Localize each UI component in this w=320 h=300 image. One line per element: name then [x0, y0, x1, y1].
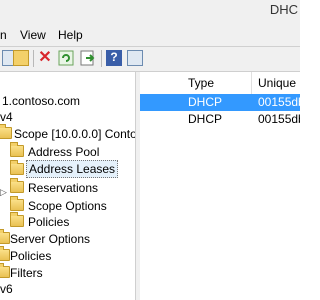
tree-item-label: 1.contoso.com [2, 94, 81, 108]
tree-item-label: Address Leases [26, 160, 119, 178]
folder-icon [10, 178, 24, 193]
folder-icon [10, 142, 24, 157]
title-bar: DHC [0, 0, 300, 26]
results-list: Type Unique I DHCP 00155db DHCP 00155db7 [140, 72, 300, 300]
refresh-icon[interactable] [58, 50, 74, 66]
console-tree: 1.contoso.com v4 Scope [10.0.0.0] Contos… [0, 72, 136, 300]
export-list-icon[interactable] [80, 50, 96, 66]
show-action-pane-icon[interactable] [127, 50, 143, 66]
scope-folder-icon [0, 124, 12, 139]
table-row[interactable]: DHCP 00155db [140, 94, 300, 111]
folder-icon [10, 196, 24, 211]
folder-icon [10, 212, 24, 227]
cell-unique-id: 00155db [258, 95, 300, 109]
help-icon[interactable]: ? [106, 50, 122, 66]
tree-item-label: Filters [10, 266, 43, 280]
menu-view[interactable]: View [20, 28, 46, 42]
menu-bar: n View Help [0, 26, 300, 47]
cell-unique-id: 00155db7 [258, 112, 300, 126]
tree-item-label: Address Pool [28, 145, 100, 159]
delete-icon[interactable]: ✕ [37, 50, 53, 66]
menu-action[interactable]: n [0, 28, 7, 42]
menu-help[interactable]: Help [58, 28, 83, 42]
toolbar-separator [33, 50, 34, 67]
toolbar: ✕ ? [0, 47, 300, 72]
folder-icon [0, 246, 10, 261]
column-header-unique-id[interactable]: Unique I [252, 72, 300, 94]
folder-icon [10, 160, 24, 175]
folder-icon [0, 229, 10, 244]
tree-item-scope[interactable]: Scope [10.0.0.0] Contoso- [0, 124, 135, 143]
tree-item-label: Policies [10, 249, 52, 263]
toolbar-separator [101, 50, 102, 67]
table-row[interactable]: DHCP 00155db7 [140, 111, 300, 128]
folder-icon [0, 263, 10, 278]
list-header: Type Unique I [140, 72, 300, 95]
column-header-type[interactable]: Type [182, 72, 252, 94]
window-title: DHC [269, 2, 298, 17]
tree-item-label: Reservations [28, 181, 99, 195]
cell-type: DHCP [188, 95, 223, 109]
expand-arrow-icon[interactable]: ▷ [0, 183, 7, 201]
cell-type: DHCP [188, 112, 223, 126]
up-folder-icon[interactable] [13, 50, 29, 66]
tree-item-label: Server Options [10, 232, 91, 246]
tree-item-label: v6 [0, 282, 13, 296]
tree-item-label: Scope [10.0.0.0] Contoso- [14, 127, 135, 141]
tree-item-label: Policies [28, 215, 70, 229]
